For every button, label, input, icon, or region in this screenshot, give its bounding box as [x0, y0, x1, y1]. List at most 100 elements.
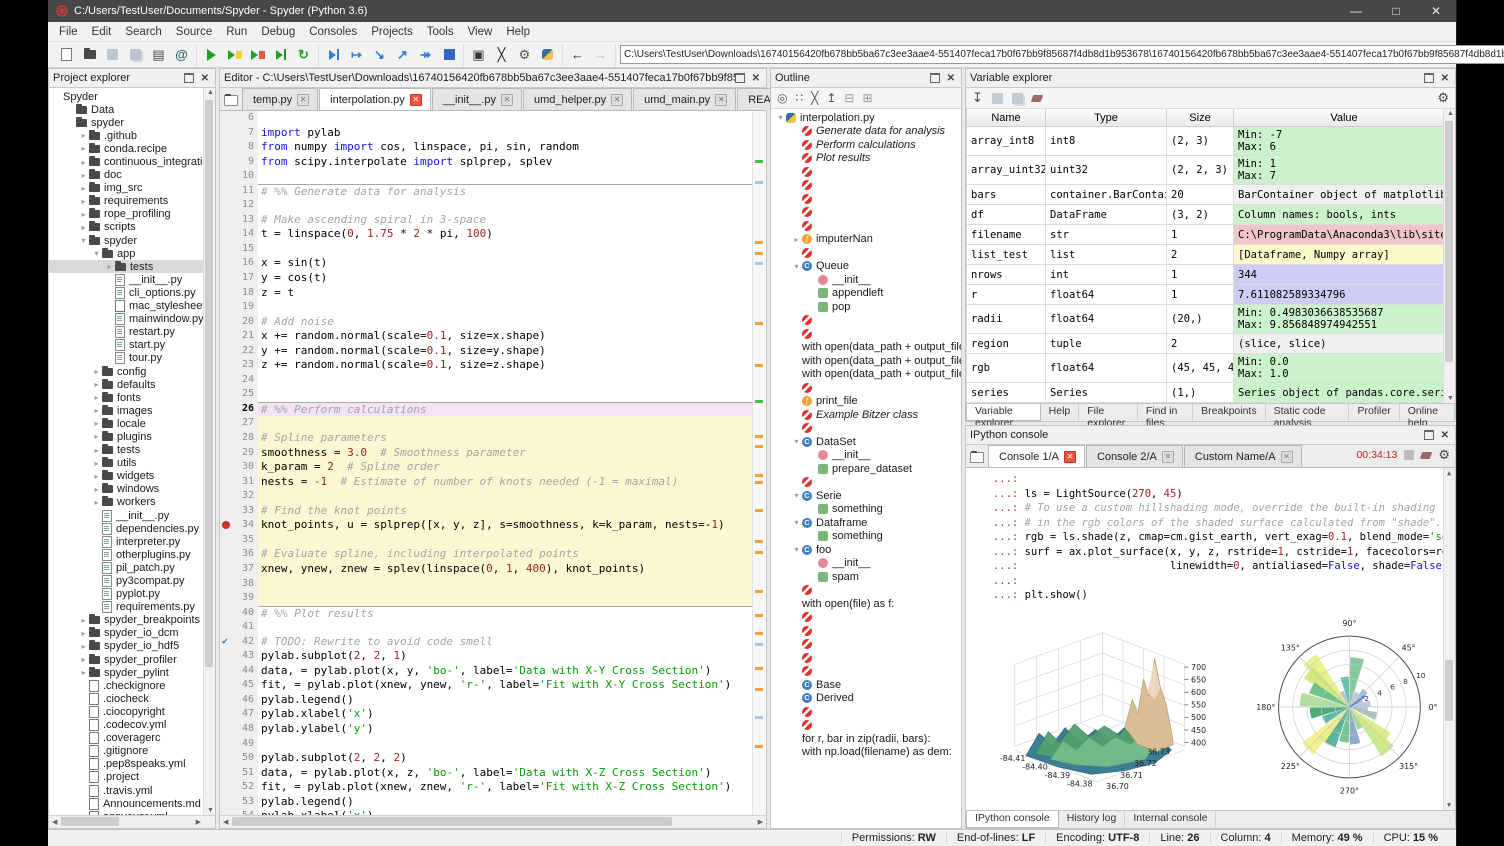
undock-icon[interactable]: [930, 73, 940, 83]
new-file-button[interactable]: [55, 44, 78, 66]
code-line[interactable]: 53pylab.legend(): [220, 795, 766, 810]
tree-item[interactable]: .pep8speaks.yml: [49, 758, 215, 771]
tree-item[interactable]: .ciocopyright: [49, 705, 215, 718]
tree-item[interactable]: ▸utils: [49, 457, 215, 470]
variable-row[interactable]: test_noneNoneType1NoneType object of bui…: [967, 403, 1455, 404]
line-gutter[interactable]: 21: [220, 329, 258, 344]
pane-tab-breakpoints[interactable]: Breakpoints: [1193, 404, 1265, 420]
code-line[interactable]: 17y = cos(t): [220, 271, 766, 286]
tree-item[interactable]: .checkignore: [49, 679, 215, 692]
code-line[interactable]: 40# %% Plot results: [220, 606, 766, 621]
tree-item[interactable]: ▸continuous_integration: [49, 155, 215, 168]
tree-item[interactable]: ▸spyder_pylint: [49, 666, 215, 679]
line-gutter[interactable]: 7: [220, 126, 258, 141]
console-tab-Custom-Name-A[interactable]: Custom Name/A✕: [1184, 445, 1302, 467]
tree-item[interactable]: ▸requirements: [49, 195, 215, 208]
run-button[interactable]: [200, 44, 223, 66]
pane-tab-find-in-files[interactable]: Find in files: [1138, 404, 1193, 420]
step-in-button[interactable]: ↘: [368, 44, 391, 66]
console-tab-Console-2-A[interactable]: Console 2/A✕: [1086, 445, 1183, 467]
undock-icon[interactable]: [1424, 430, 1434, 440]
close-pane-icon[interactable]: ✕: [1441, 430, 1449, 441]
outline-item[interactable]: ▾CSerie: [771, 489, 961, 503]
tab-close-icon[interactable]: ✕: [410, 94, 422, 106]
tab-close-icon[interactable]: ✕: [297, 94, 309, 106]
tree-item[interactable]: ▸spyder_profiler: [49, 653, 215, 666]
line-gutter[interactable]: 39: [220, 591, 258, 606]
line-gutter[interactable]: 9: [220, 155, 258, 170]
code-line[interactable]: 12: [220, 198, 766, 213]
stop-icon[interactable]: [1404, 450, 1414, 460]
tree-item[interactable]: .gitignore: [49, 745, 215, 758]
tree-item[interactable]: .project: [49, 771, 215, 784]
scroll-flag[interactable]: [755, 551, 763, 554]
line-gutter[interactable]: 48: [220, 722, 258, 737]
line-gutter[interactable]: 37: [220, 562, 258, 577]
remove-all-icon[interactable]: [1031, 95, 1044, 102]
outline-item[interactable]: prepare_dataset: [771, 462, 961, 476]
variable-row[interactable]: radiifloat64(20,)Min: 0.4983036638535687…: [967, 305, 1455, 334]
tree-item[interactable]: ▸config: [49, 365, 215, 378]
tree-item[interactable]: dependencies.py: [49, 522, 215, 535]
scroll-flag[interactable]: [755, 509, 763, 512]
code-line[interactable]: 32: [220, 489, 766, 504]
tree-item[interactable]: ▸spyder_io_hdf5: [49, 640, 215, 653]
tree-item[interactable]: start.py: [49, 339, 215, 352]
continue-button[interactable]: ↠: [414, 44, 437, 66]
outline-item[interactable]: Perform calculations: [771, 138, 961, 152]
tree-item[interactable]: __init__.py: [49, 273, 215, 286]
code-line[interactable]: 29smoothness = 3.0 # Smoothness paramete…: [220, 446, 766, 461]
line-gutter[interactable]: 28: [220, 431, 258, 446]
console-tab-Console-1-A[interactable]: Console 1/A✕: [988, 445, 1085, 467]
line-gutter[interactable]: 8: [220, 140, 258, 155]
outline-item[interactable]: __init__: [771, 449, 961, 463]
tree-item[interactable]: .codecov.yml: [49, 719, 215, 732]
maximize-pane-button[interactable]: ╳: [490, 44, 513, 66]
save-button[interactable]: [101, 44, 124, 66]
tree-item[interactable]: ▸spyder_breakpoints: [49, 614, 215, 627]
column-header-size[interactable]: Size: [1167, 109, 1234, 127]
code-line[interactable]: 7import pylab: [220, 126, 766, 141]
outline-item[interactable]: [771, 179, 961, 193]
code-line[interactable]: 27: [220, 416, 766, 431]
scroll-flag[interactable]: [755, 322, 763, 325]
working-directory-value[interactable]: C:\Users\TestUser\Downloads\16740156420f…: [620, 45, 1504, 64]
line-gutter[interactable]: 30: [220, 460, 258, 475]
line-gutter[interactable]: 26: [220, 402, 258, 417]
outline-item[interactable]: [771, 638, 961, 652]
outline-item[interactable]: [771, 651, 961, 665]
rerun-cell-button[interactable]: ↻: [292, 44, 315, 66]
fullscreen-icon[interactable]: ╳: [811, 91, 818, 105]
import-data-icon[interactable]: ↧: [972, 90, 983, 106]
tree-item[interactable]: pyplot.py: [49, 588, 215, 601]
tree-item[interactable]: ▸doc: [49, 169, 215, 182]
menu-help[interactable]: Help: [499, 24, 537, 40]
tree-item[interactable]: ▸tests: [49, 260, 215, 273]
menu-source[interactable]: Source: [169, 24, 219, 40]
code-line[interactable]: 39: [220, 591, 766, 606]
console-bottom-tab-ipython-console[interactable]: IPython console: [966, 811, 1059, 828]
editor-tab-umd_helper-py[interactable]: umd_helper.py✕: [523, 88, 632, 110]
outline-item[interactable]: fprint_file: [771, 395, 961, 409]
editor-tab-__init__-py[interactable]: __init__.py✕: [432, 88, 522, 110]
outline-item[interactable]: with open(data_path + output_file_n…: [771, 368, 961, 382]
scroll-flag[interactable]: [755, 400, 763, 403]
close-pane-icon[interactable]: ✕: [1441, 73, 1449, 84]
outline-item[interactable]: [771, 192, 961, 206]
code-line[interactable]: 31nests = -1 # Estimate of number of kno…: [220, 475, 766, 490]
code-line[interactable]: 30k_param = 2 # Spline order: [220, 460, 766, 475]
line-gutter[interactable]: 18: [220, 286, 258, 301]
console-bottom-tab-history-log[interactable]: History log: [1059, 811, 1126, 827]
line-gutter[interactable]: 25: [220, 387, 258, 402]
outline-item[interactable]: with np.load(filename) as dem:: [771, 746, 961, 760]
tree-item[interactable]: ▸locale: [49, 417, 215, 430]
menu-search[interactable]: Search: [118, 24, 168, 40]
show-all-icon[interactable]: ∷: [795, 91, 803, 105]
variable-row[interactable]: barscontainer.BarContainer20BarContainer…: [967, 185, 1455, 205]
line-gutter[interactable]: 35: [220, 533, 258, 548]
code-line[interactable]: 11# %% Generate data for analysis: [220, 184, 766, 199]
code-line[interactable]: 10: [220, 169, 766, 184]
scroll-flag[interactable]: [755, 474, 763, 477]
run-cell-button[interactable]: [223, 44, 246, 66]
outline-item[interactable]: [771, 165, 961, 179]
